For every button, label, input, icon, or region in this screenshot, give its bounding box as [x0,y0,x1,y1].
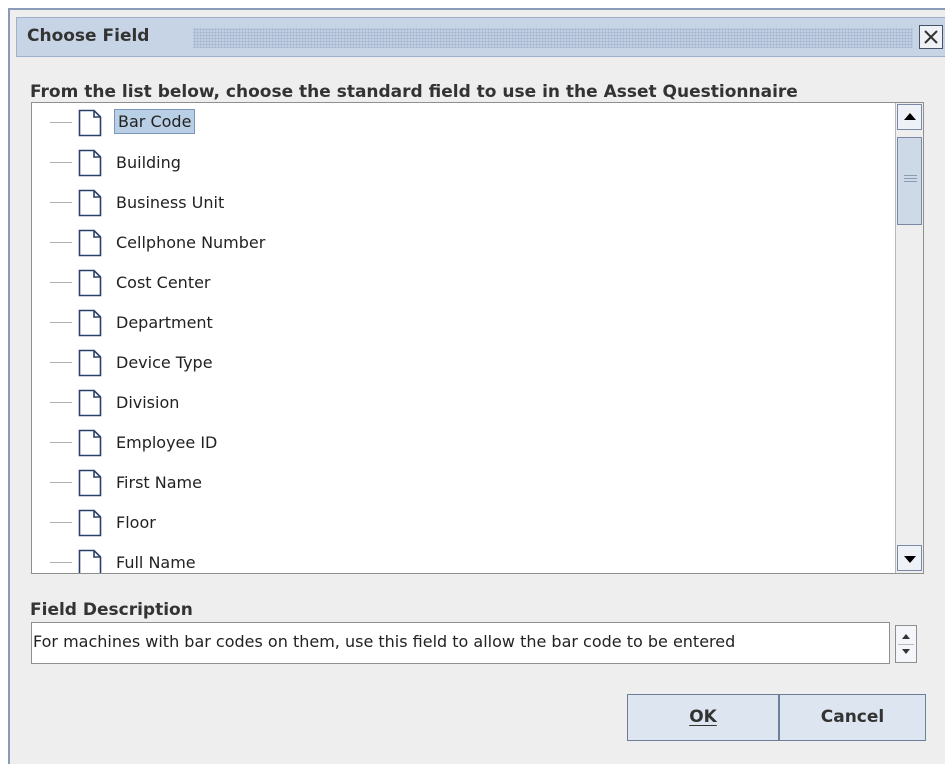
document-icon [78,429,102,457]
field-tree-list[interactable]: Bar Code Building Business Unit Cellphone N… [31,102,924,574]
document-icon [78,269,102,297]
close-icon[interactable] [919,25,943,49]
tree-connector-line [50,322,72,323]
tree-item-label: Floor [116,513,156,532]
tree-item[interactable]: Business Unit [32,183,882,223]
ok-button-label: OK [689,707,717,727]
titlebar-grip-pattern [193,28,913,48]
scroll-thumb[interactable] [897,137,922,225]
tree-item-label: Division [116,393,180,412]
tree-connector-line [50,282,72,283]
document-icon [78,549,102,573]
tree-item[interactable]: Full Name [32,543,882,573]
tree-item-label: First Name [116,473,202,492]
tree-item[interactable]: Floor [32,503,882,543]
cancel-button[interactable]: Cancel [779,694,926,741]
tree-item[interactable]: Department [32,303,882,343]
tree-connector-line [50,562,72,563]
document-icon [78,469,102,497]
tree-item-label: Business Unit [116,193,225,212]
field-description-text: For machines with bar codes on them, use… [31,622,890,664]
tree-item-label: Department [116,313,213,332]
dialog-title: Choose Field [27,26,150,46]
tree-item[interactable]: Bar Code [32,103,882,143]
tree-item-label: Device Type [116,353,213,372]
tree-item[interactable]: Cost Center [32,263,882,303]
document-icon [78,389,102,417]
spinner-up-icon[interactable] [902,634,910,639]
tree-connector-line [50,122,72,123]
document-icon [78,349,102,377]
tree-connector-line [50,202,72,203]
ok-button[interactable]: OK [627,694,779,741]
tree-item-label: Cost Center [116,273,211,292]
tree-connector-line [50,482,72,483]
document-icon [78,509,102,537]
tree-item[interactable]: Device Type [32,343,882,383]
tree-connector-line [50,522,72,523]
tree-item-label: Cellphone Number [116,233,266,252]
description-spinner[interactable] [895,625,917,663]
tree-item-label: Full Name [116,553,196,572]
document-icon [78,109,102,137]
tree-item-label: Employee ID [116,433,218,452]
tree-connector-line [50,442,72,443]
tree-item[interactable]: Building [32,143,882,183]
scroll-down-button[interactable] [897,545,922,571]
vertical-scrollbar[interactable] [895,103,923,573]
spinner-down-icon[interactable] [902,649,910,654]
tree-item-label: Building [116,153,181,172]
tree-connector-line [50,402,72,403]
tree-connector-line [50,362,72,363]
dialog-titlebar[interactable]: Choose Field [16,17,945,57]
field-description-label: Field Description [30,600,193,620]
tree-item[interactable]: Division [32,383,882,423]
scroll-up-button[interactable] [897,104,922,130]
tree-item[interactable]: Employee ID [32,423,882,463]
tree-item[interactable]: Cellphone Number [32,223,882,263]
tree-item[interactable]: First Name [32,463,882,503]
document-icon [78,309,102,337]
tree-item-label: Bar Code [114,109,196,134]
tree-connector-line [50,242,72,243]
instruction-text: From the list below, choose the standard… [30,82,798,102]
document-icon [78,229,102,257]
tree-connector-line [50,162,72,163]
document-icon [78,189,102,217]
cancel-button-label: Cancel [820,707,885,727]
document-icon [78,149,102,177]
